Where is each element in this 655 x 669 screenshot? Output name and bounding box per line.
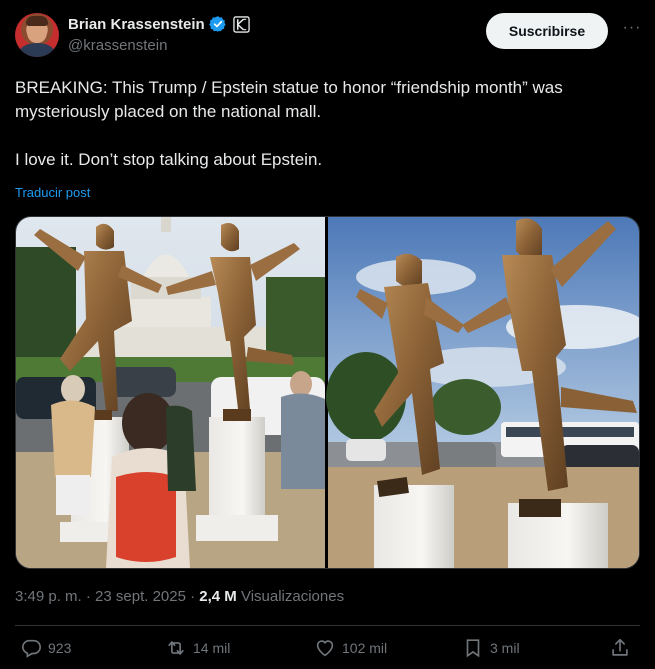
media-photos xyxy=(16,217,639,568)
bookmark-count: 3 mil xyxy=(490,640,520,656)
name-row: Brian Krassenstein xyxy=(68,15,250,33)
like-count: 102 mil xyxy=(342,640,388,656)
post-meta: 3:49 p. m. · 23 sept. 2025 · 2,4 M Visua… xyxy=(15,588,344,605)
translate-link[interactable]: Traducir post xyxy=(15,185,90,200)
bookmark-icon xyxy=(466,639,480,658)
photo-right[interactable] xyxy=(326,217,639,568)
views-label: Visualizaciones xyxy=(236,588,345,605)
post-header: Brian Krassenstein @krassenstein Suscrib… xyxy=(15,11,640,59)
author-handle[interactable]: @krassenstein xyxy=(68,37,167,54)
post-paragraph-1: BREAKING: This Trump / Epstein statue to… xyxy=(15,78,563,121)
views-count: 2,4 M xyxy=(199,588,237,605)
like-icon xyxy=(316,640,334,657)
reply-count: 923 xyxy=(48,640,72,656)
like-button[interactable]: 102 mil xyxy=(314,637,387,659)
repost-button[interactable]: 14 mil xyxy=(165,637,230,659)
bookmark-button[interactable]: 3 mil xyxy=(462,637,520,659)
avatar[interactable] xyxy=(15,13,59,57)
affiliate-k-icon[interactable] xyxy=(233,15,250,33)
share-icon xyxy=(612,638,628,656)
more-icon[interactable]: ··· xyxy=(622,20,642,39)
repost-icon xyxy=(168,641,184,655)
post-text: BREAKING: This Trump / Epstein statue to… xyxy=(15,76,640,172)
post-paragraph-2: I love it. Don’t stop talking about Epst… xyxy=(15,150,323,169)
verified-badge-icon xyxy=(208,16,226,32)
post-timestamp[interactable]: 3:49 p. m. · 23 sept. 2025 · xyxy=(15,588,199,605)
reply-icon xyxy=(22,639,41,658)
photo-left[interactable] xyxy=(16,217,325,568)
author-name[interactable]: Brian Krassenstein xyxy=(68,16,205,33)
reply-button[interactable]: 923 xyxy=(20,637,71,659)
action-bar: 923 14 mil 102 mil 3 mil xyxy=(15,637,640,665)
share-button[interactable] xyxy=(609,637,631,659)
post-media[interactable] xyxy=(15,216,640,569)
divider xyxy=(15,625,640,626)
repost-count: 14 mil xyxy=(193,640,231,656)
subscribe-button[interactable]: Suscribirse xyxy=(486,13,608,49)
